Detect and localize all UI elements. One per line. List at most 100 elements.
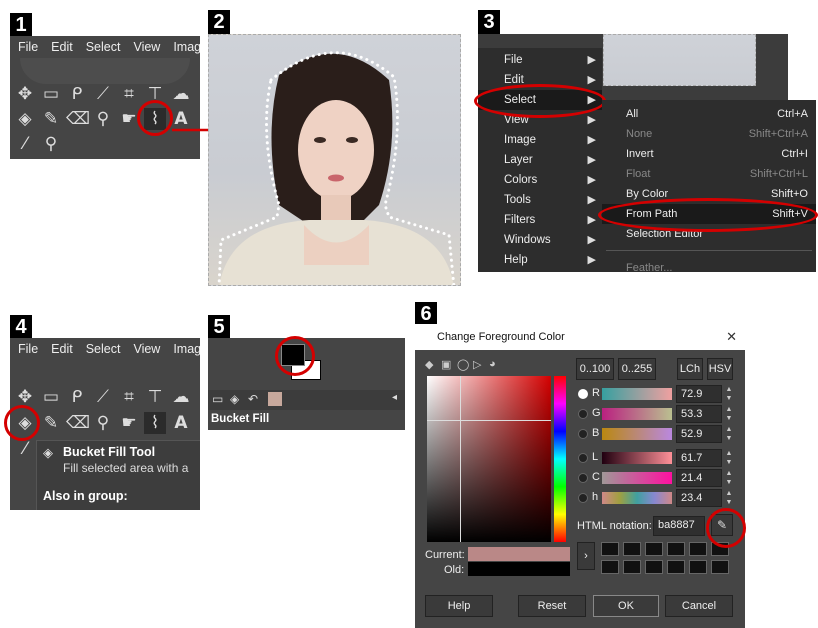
history-swatch[interactable]	[645, 560, 663, 574]
menu-item-colors[interactable]: Colors ▶	[478, 170, 602, 190]
color-plane[interactable]	[427, 376, 551, 542]
range-0-100-button[interactable]: 0..100	[576, 358, 614, 380]
history-swatch[interactable]	[667, 560, 685, 574]
rect-select-tool-icon[interactable]: ▭	[40, 386, 62, 408]
history-swatch[interactable]	[601, 560, 619, 574]
warp-tool-icon[interactable]: ☁	[170, 83, 192, 105]
lasso-tool-icon[interactable]: ᑭ	[66, 83, 88, 105]
lch-button[interactable]: LCh	[677, 358, 703, 380]
tool-options-tab-icon[interactable]: ▭	[212, 392, 223, 406]
range-0-255-button[interactable]: 0..255	[618, 358, 656, 380]
menu-item-help[interactable]: Help ▶	[478, 250, 602, 270]
spin-r-icon[interactable]: ▲ ▼	[724, 385, 734, 403]
ok-button[interactable]: OK	[593, 595, 659, 617]
slider-c[interactable]	[602, 472, 672, 484]
reset-button[interactable]: Reset	[518, 595, 586, 617]
bucket-fill-tool-icon[interactable]: ◈	[14, 108, 36, 130]
rect-select-tool-icon[interactable]: ▭	[40, 83, 62, 105]
add-to-history-button[interactable]: ›	[577, 542, 595, 570]
lasso-tool-icon[interactable]: ᑭ	[66, 386, 88, 408]
menu-select[interactable]: Select	[86, 40, 121, 54]
history-swatch[interactable]	[601, 542, 619, 556]
menu-view[interactable]: View	[133, 40, 160, 54]
menu-image[interactable]: Image	[173, 342, 200, 356]
menu-file[interactable]: File	[18, 342, 38, 356]
value-g[interactable]: 53.3	[676, 405, 722, 423]
help-button[interactable]: Help	[425, 595, 493, 617]
images-tab-icon[interactable]	[268, 392, 282, 406]
cancel-button[interactable]: Cancel	[665, 595, 733, 617]
radio-c[interactable]	[578, 473, 588, 483]
paintbrush-tool-icon[interactable]: ✎	[40, 412, 62, 434]
history-swatch[interactable]	[689, 542, 707, 556]
menu-item-filters[interactable]: Filters ▶	[478, 210, 602, 230]
wheel-selector-icon[interactable]: ◯	[457, 358, 469, 371]
menu-select[interactable]: Select	[86, 342, 121, 356]
clone-tool-icon[interactable]: ⚲	[92, 108, 114, 130]
wilber-selector-icon[interactable]: ◆	[425, 358, 433, 371]
clone-tool-icon[interactable]: ⚲	[92, 412, 114, 434]
triangle-selector-icon[interactable]: ▷	[473, 358, 481, 371]
smudge-tool-icon[interactable]: ☛	[118, 412, 140, 434]
eraser-tool-icon[interactable]: ⌫	[66, 412, 90, 434]
menu-item-layer[interactable]: Layer ▶	[478, 150, 602, 170]
value-h[interactable]: 23.4	[676, 489, 722, 507]
history-swatch[interactable]	[667, 542, 685, 556]
radio-r[interactable]	[578, 389, 588, 399]
spin-l-icon[interactable]: ▲ ▼	[724, 449, 734, 467]
menu-item-windows[interactable]: Windows ▶	[478, 230, 602, 250]
spin-c-icon[interactable]: ▲ ▼	[724, 469, 734, 487]
spin-b-icon[interactable]: ▲ ▼	[724, 425, 734, 443]
slider-l[interactable]	[602, 452, 672, 464]
menu-edit[interactable]: Edit	[51, 342, 73, 356]
crop-tool-icon[interactable]: ⌗	[118, 386, 140, 408]
fuzzy-select-tool-icon[interactable]: ⟋	[92, 386, 114, 408]
submenu-float[interactable]: Float Shift+Ctrl+L	[602, 164, 816, 184]
value-b[interactable]: 52.9	[676, 425, 722, 443]
device-status-tab-icon[interactable]: ◈	[230, 392, 239, 406]
radio-h[interactable]	[578, 493, 588, 503]
radio-g[interactable]	[578, 409, 588, 419]
crop-tool-icon[interactable]: ⌗	[118, 83, 140, 105]
html-notation-input[interactable]: ba8887	[653, 516, 705, 536]
history-swatch[interactable]	[689, 560, 707, 574]
watercolor-selector-icon[interactable]: ◕	[489, 358, 496, 370]
menu-edit[interactable]: Edit	[51, 40, 73, 54]
color-picker-tool-icon[interactable]: ⁄	[14, 133, 36, 155]
history-swatch[interactable]	[711, 560, 729, 574]
history-swatch[interactable]	[623, 560, 641, 574]
value-r[interactable]: 72.9	[676, 385, 722, 403]
submenu-none[interactable]: None Shift+Ctrl+A	[602, 124, 816, 144]
history-swatch[interactable]	[623, 542, 641, 556]
slider-h[interactable]	[602, 492, 672, 504]
paintbrush-tool-icon[interactable]: ✎	[40, 108, 62, 130]
paths-tool-icon[interactable]: ⌇	[144, 412, 166, 434]
menu-item-tools[interactable]: Tools ▶	[478, 190, 602, 210]
submenu-feather[interactable]: Feather...	[602, 258, 816, 278]
submenu-invert[interactable]: Invert Ctrl+I	[602, 144, 816, 164]
history-swatch[interactable]	[645, 542, 663, 556]
fuzzy-select-tool-icon[interactable]: ⟋	[92, 83, 114, 105]
zoom-tool-icon[interactable]: ⚲	[40, 133, 62, 155]
eraser-tool-icon[interactable]: ⌫	[66, 108, 90, 130]
warp-tool-icon[interactable]: ☁	[170, 386, 192, 408]
submenu-all[interactable]: All Ctrl+A	[602, 104, 816, 124]
close-icon[interactable]: ✕	[726, 324, 737, 350]
slider-b[interactable]	[602, 428, 672, 440]
transform-tool-icon[interactable]: ⊤	[144, 386, 166, 408]
undo-history-tab-icon[interactable]: ↶	[248, 392, 258, 406]
menu-view[interactable]: View	[133, 342, 160, 356]
menu-item-image[interactable]: Image ▶	[478, 130, 602, 150]
value-c[interactable]: 21.4	[676, 469, 722, 487]
spin-h-icon[interactable]: ▲ ▼	[724, 489, 734, 507]
radio-l[interactable]	[578, 453, 588, 463]
radio-b[interactable]	[578, 429, 588, 439]
value-l[interactable]: 61.7	[676, 449, 722, 467]
menu-image[interactable]: Image	[173, 40, 200, 54]
menu-file[interactable]: File	[18, 40, 38, 54]
slider-r[interactable]	[602, 388, 672, 400]
slider-g[interactable]	[602, 408, 672, 420]
color-picker-tool-icon[interactable]: ⁄	[14, 438, 36, 460]
configure-tab-icon[interactable]: ◂	[392, 392, 397, 403]
cmyk-selector-icon[interactable]: ▣	[441, 358, 451, 371]
